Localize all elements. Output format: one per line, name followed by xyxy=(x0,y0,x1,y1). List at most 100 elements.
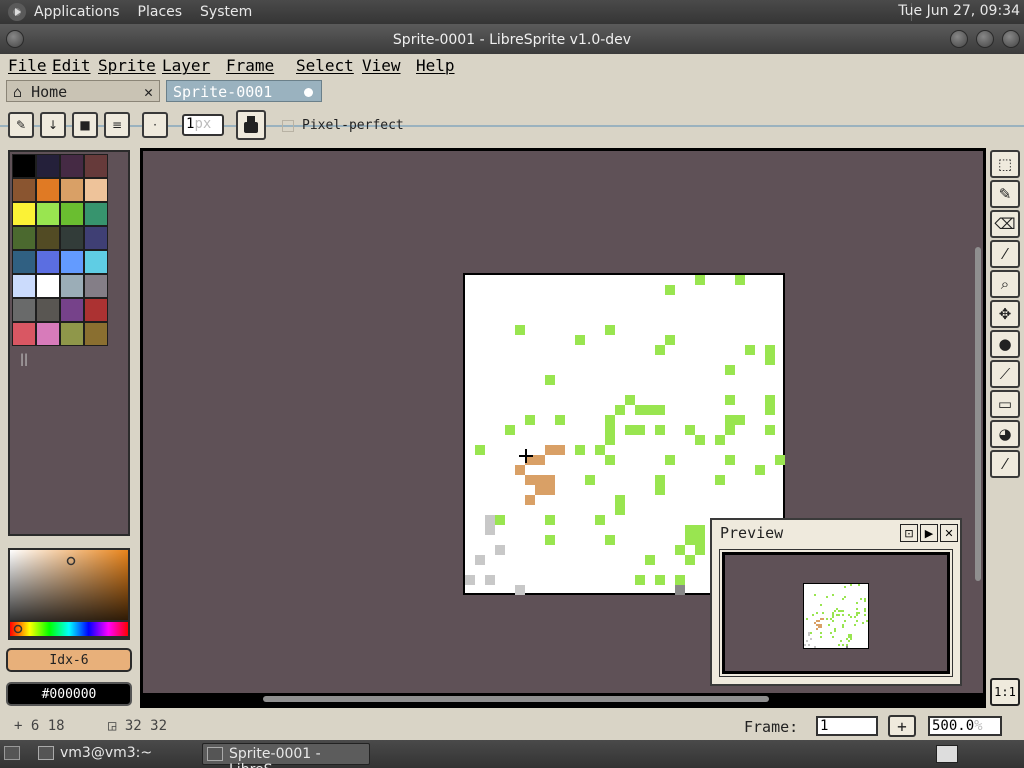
palette-resize-handle[interactable]: || xyxy=(20,352,28,366)
menu-sprite[interactable]: Sprite xyxy=(98,56,156,75)
palette-swatch[interactable] xyxy=(12,226,36,250)
minimize-button[interactable] xyxy=(950,30,968,48)
palette-swatch[interactable] xyxy=(60,298,84,322)
palette-swatch[interactable] xyxy=(12,274,36,298)
menu-frame[interactable]: Frame xyxy=(226,56,274,75)
horizontal-scrollbar[interactable] xyxy=(143,693,983,705)
marquee-tool-icon[interactable]: ⬚ xyxy=(990,150,1020,178)
window-icon xyxy=(207,747,223,761)
palette-swatch[interactable] xyxy=(12,202,36,226)
palette-swatch[interactable] xyxy=(84,154,108,178)
brush-size-input[interactable]: 1px xyxy=(182,114,224,136)
zoom-tool-icon[interactable]: ⌕ xyxy=(990,270,1020,298)
taskbar-libresprite[interactable]: Sprite-0001 - LibreS... xyxy=(202,743,370,768)
line-tool-icon[interactable]: ⟋ xyxy=(990,360,1020,388)
pixel-perfect-box[interactable] xyxy=(282,119,294,132)
palette-swatch[interactable] xyxy=(36,226,60,250)
preview-play-icon[interactable]: ▶ xyxy=(920,524,938,542)
palette-swatch[interactable] xyxy=(36,298,60,322)
menu-edit[interactable]: Edit xyxy=(52,56,91,75)
rectangle-tool-icon[interactable]: ▭ xyxy=(990,390,1020,418)
spectrum-cursor-icon xyxy=(66,556,76,566)
vertical-scroll-thumb[interactable] xyxy=(975,247,981,581)
palette-swatch[interactable] xyxy=(60,226,84,250)
preview-pixel xyxy=(828,624,830,626)
sprite-pixel xyxy=(675,545,685,555)
preview-close-icon[interactable]: ✕ xyxy=(940,524,958,542)
brush-dot-icon[interactable]: · xyxy=(142,112,168,138)
maximize-button[interactable] xyxy=(976,30,994,48)
eyedropper-tool-icon[interactable]: ⁄ xyxy=(990,240,1020,268)
menu-layer[interactable]: Layer xyxy=(162,56,210,75)
palette-swatch[interactable] xyxy=(12,154,36,178)
palette-swatch[interactable] xyxy=(36,250,60,274)
places-menu[interactable]: Places xyxy=(138,4,183,20)
hue-slider[interactable] xyxy=(8,620,130,638)
brush-down-icon[interactable]: ↓ xyxy=(40,112,66,138)
show-desktop-icon[interactable] xyxy=(4,746,20,760)
close-window-button[interactable] xyxy=(1002,30,1020,48)
vertical-scrollbar[interactable] xyxy=(973,151,983,696)
palette-swatch[interactable] xyxy=(12,250,36,274)
fill-tool-icon[interactable]: ● xyxy=(990,330,1020,358)
brush-lines-icon[interactable]: ≡ xyxy=(104,112,130,138)
modified-dot-icon[interactable] xyxy=(304,88,313,97)
palette-swatch[interactable] xyxy=(36,178,60,202)
horizontal-scroll-thumb[interactable] xyxy=(263,696,769,702)
palette-swatch[interactable] xyxy=(60,250,84,274)
palette-swatch[interactable] xyxy=(84,226,108,250)
pixel-perfect-checkbox[interactable]: Pixel-perfect xyxy=(282,118,404,133)
color-palette: || xyxy=(8,150,130,536)
palette-swatch[interactable] xyxy=(84,202,108,226)
menu-file[interactable]: File xyxy=(8,56,47,75)
taskbar-terminal[interactable]: vm3@vm3:~ xyxy=(34,743,196,765)
move-tool-icon[interactable]: ✥ xyxy=(990,300,1020,328)
distro-logo-icon[interactable] xyxy=(8,3,26,21)
palette-swatch[interactable] xyxy=(36,322,60,346)
palette-swatch[interactable] xyxy=(84,250,108,274)
palette-swatch[interactable] xyxy=(60,274,84,298)
pencil-tool-icon[interactable]: ✎ xyxy=(990,180,1020,208)
palette-swatch[interactable] xyxy=(36,274,60,298)
spray-tool-icon[interactable]: ⁄ xyxy=(990,450,1020,478)
palette-swatch[interactable] xyxy=(84,178,108,202)
system-menu[interactable]: System xyxy=(200,4,252,20)
palette-swatch[interactable] xyxy=(36,202,60,226)
background-color-button[interactable]: #000000 xyxy=(6,682,132,706)
crosshair-icon: + xyxy=(14,718,23,734)
foreground-color-button[interactable]: Idx-6 xyxy=(6,648,132,672)
tab-sprite[interactable]: Sprite-0001 xyxy=(166,80,322,102)
actual-size-button[interactable]: 1:1 xyxy=(990,678,1020,706)
palette-swatch[interactable] xyxy=(84,298,108,322)
palette-swatch[interactable] xyxy=(12,322,36,346)
panel-clock[interactable]: Tue Jun 27, 09:34 xyxy=(898,3,1020,19)
menu-help[interactable]: Help xyxy=(416,56,455,75)
close-tab-icon[interactable]: ✕ xyxy=(144,83,153,101)
tab-home[interactable]: ⌂ Home ✕ xyxy=(6,80,160,102)
palette-swatch[interactable] xyxy=(84,274,108,298)
applications-menu[interactable]: Applications xyxy=(34,4,120,20)
preview-center-icon[interactable]: ⊡ xyxy=(900,524,918,542)
blur-tool-icon[interactable]: ◕ xyxy=(990,420,1020,448)
sprite-pixel xyxy=(475,445,485,455)
brush-square-icon[interactable]: ■ xyxy=(72,112,98,138)
window-titlebar[interactable]: Sprite-0001 - LibreSprite v1.0-dev xyxy=(0,24,1024,54)
preview-window[interactable]: Preview ⊡ ▶ ✕ xyxy=(710,518,962,686)
add-frame-button[interactable]: + xyxy=(888,715,916,737)
frame-input[interactable]: 1 xyxy=(816,716,878,736)
menu-select[interactable]: Select xyxy=(296,56,354,75)
palette-swatch[interactable] xyxy=(60,178,84,202)
ink-type-button[interactable] xyxy=(236,110,266,140)
workspace-switcher[interactable] xyxy=(936,745,958,763)
brush-type-icon[interactable]: ✎ xyxy=(8,112,34,138)
palette-swatch[interactable] xyxy=(12,298,36,322)
palette-swatch[interactable] xyxy=(36,154,60,178)
palette-swatch[interactable] xyxy=(12,178,36,202)
palette-swatch[interactable] xyxy=(84,322,108,346)
zoom-input[interactable]: 500.0% xyxy=(928,716,1002,736)
palette-swatch[interactable] xyxy=(60,322,84,346)
eraser-tool-icon[interactable]: ⌫ xyxy=(990,210,1020,238)
palette-swatch[interactable] xyxy=(60,154,84,178)
menu-view[interactable]: View xyxy=(362,56,401,75)
palette-swatch[interactable] xyxy=(60,202,84,226)
